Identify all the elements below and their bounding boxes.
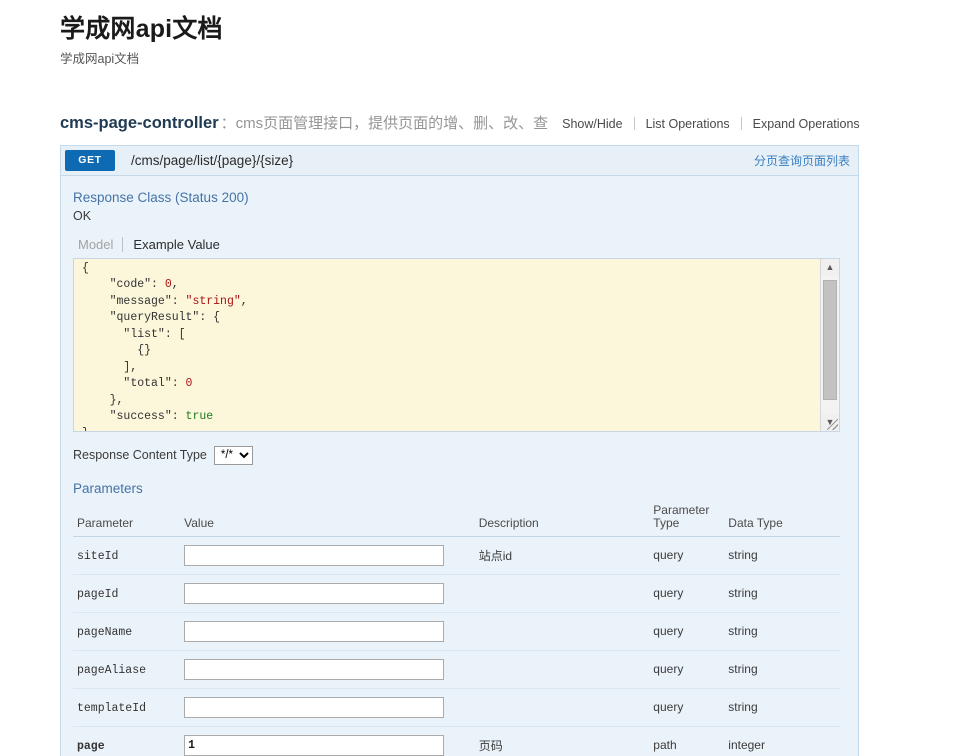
expand-operations-link[interactable]: Expand Operations: [742, 117, 871, 131]
header-parameter-type: Parameter Type: [649, 501, 725, 537]
response-status-text: OK: [73, 208, 92, 223]
cell-parameter-type: query: [649, 612, 725, 651]
resource-options: Show/Hide List Operations Expand Operati…: [548, 117, 871, 131]
parameter-name: pageName: [77, 625, 133, 639]
parameter-name: siteId: [77, 549, 119, 563]
operation-path[interactable]: /cms/page/list/{page}/{size}: [131, 153, 293, 168]
response-class-title: Response Class (Status 200): [73, 189, 249, 205]
cell-parameter-name: siteId: [73, 536, 181, 575]
resource-name[interactable]: cms-page-controller: [60, 114, 219, 133]
cell-parameter-type: query: [649, 650, 725, 689]
cell-parameter-value: [180, 612, 475, 651]
show-hide-link[interactable]: Show/Hide: [562, 117, 633, 131]
operation-body: Response Class (Status 200) OK Model Exa…: [61, 176, 858, 756]
example-value-json: { "code": 0, "message": "string", "query…: [82, 261, 248, 431]
cell-parameter-value: [180, 650, 475, 689]
http-method-badge: GET: [65, 149, 115, 171]
page-subtitle: 学成网api文档: [60, 52, 140, 67]
operation-summary[interactable]: 分页查询页面列表: [754, 152, 850, 169]
cell-data-type: string: [724, 574, 840, 613]
response-content-type-label: Response Content Type: [73, 448, 207, 462]
example-value-code-block: { "code": 0, "message": "string", "query…: [73, 257, 840, 432]
table-row: pageId query string: [73, 574, 840, 613]
code-top-clip: [74, 258, 813, 262]
cell-parameter-value: [180, 688, 475, 727]
parameter-input-pageId[interactable]: [184, 582, 445, 604]
cell-parameter-description: 页码: [474, 726, 650, 756]
operation-header-bar[interactable]: GET /cms/page/list/{page}/{size} 分页查询页面列…: [61, 144, 858, 176]
table-header-row: Parameter Value Description Parameter Ty…: [73, 501, 840, 537]
response-content-type-row: Response Content Type */*: [73, 445, 840, 465]
table-row: pageAliase query string: [73, 650, 840, 689]
parameter-input-pageAliase[interactable]: [184, 658, 445, 680]
cell-data-type: string: [724, 536, 840, 575]
scrollbar-thumb[interactable]: [823, 279, 837, 400]
cell-parameter-description: [474, 650, 650, 689]
parameter-name: page: [77, 739, 105, 753]
response-content-type-select[interactable]: */*: [213, 445, 253, 465]
parameter-input-templateId[interactable]: [184, 696, 445, 718]
table-row: pageName query string: [73, 612, 840, 651]
parameter-input-page[interactable]: [184, 734, 445, 756]
cell-parameter-name: pageName: [73, 612, 181, 651]
swagger-ui-page: 学成网api文档 学成网api文档 cms-page-controller ：c…: [0, 0, 963, 756]
scroll-up-arrow-icon[interactable]: ▲: [821, 258, 839, 276]
header-data-type: Data Type: [724, 501, 840, 537]
tab-model[interactable]: Model: [73, 237, 122, 252]
header-description: Description: [474, 501, 650, 537]
header-parameter-type-line2: Type: [653, 515, 680, 530]
header-parameter: Parameter: [73, 501, 181, 537]
cell-parameter-type: query: [649, 574, 725, 613]
cell-parameter-description: 站点id: [474, 536, 650, 575]
parameter-input-pageName[interactable]: [184, 620, 445, 642]
api-header: 学成网api文档 学成网api文档: [0, 0, 963, 68]
resource-description: ：cms页面管理接口，提供页面的增、删、改、查: [220, 114, 549, 132]
code-vertical-scrollbar[interactable]: ▲ ▼: [820, 258, 839, 431]
page-title: 学成网api文档: [60, 15, 223, 43]
parameter-name: pageAliase: [77, 663, 147, 677]
cell-parameter-value: [180, 574, 475, 613]
cell-parameter-type: path: [649, 726, 725, 756]
cell-parameter-type: query: [649, 536, 725, 575]
cell-parameter-value: [180, 536, 475, 575]
cell-parameter-description: [474, 612, 650, 651]
cell-parameter-name: page: [73, 726, 181, 756]
parameter-name: pageId: [77, 587, 119, 601]
resource-heading: cms-page-controller ：cms页面管理接口，提供页面的增、删、…: [60, 112, 860, 133]
table-row: siteId 站点id query string: [73, 536, 840, 575]
cell-data-type: integer: [724, 726, 840, 756]
model-tabs: Model Example Value: [73, 236, 840, 252]
parameters-table-body: siteId 站点id query string pageId query string pa…: [73, 536, 840, 756]
cell-data-type: string: [724, 612, 840, 651]
header-value: Value: [180, 501, 475, 537]
parameter-input-siteId[interactable]: [184, 544, 445, 566]
parameters-table: Parameter Value Description Parameter Ty…: [73, 501, 840, 756]
cell-parameter-type: query: [649, 688, 725, 727]
header-parameter-type-line1: Parameter: [653, 502, 710, 517]
table-row: templateId query string: [73, 688, 840, 727]
cell-parameter-value: [180, 726, 475, 756]
code-scroll-pane[interactable]: { "code": 0, "message": "string", "query…: [74, 259, 813, 431]
cell-parameter-name: pageId: [73, 574, 181, 613]
cell-data-type: string: [724, 688, 840, 727]
parameters-title: Parameters: [73, 480, 143, 496]
list-operations-link[interactable]: List Operations: [635, 117, 741, 131]
parameter-name: templateId: [77, 701, 147, 715]
cell-data-type: string: [724, 650, 840, 689]
cell-parameter-description: [474, 574, 650, 613]
cell-parameter-name: pageAliase: [73, 650, 181, 689]
resize-grip-icon[interactable]: [827, 418, 838, 430]
cell-parameter-name: templateId: [73, 688, 181, 727]
parameters-table-head: Parameter Value Description Parameter Ty…: [73, 501, 840, 537]
operation-block: GET /cms/page/list/{page}/{size} 分页查询页面列…: [60, 144, 859, 756]
tab-example-value[interactable]: Example Value: [122, 236, 228, 252]
table-row: page 页码pathinteger: [73, 726, 840, 756]
cell-parameter-description: [474, 688, 650, 727]
